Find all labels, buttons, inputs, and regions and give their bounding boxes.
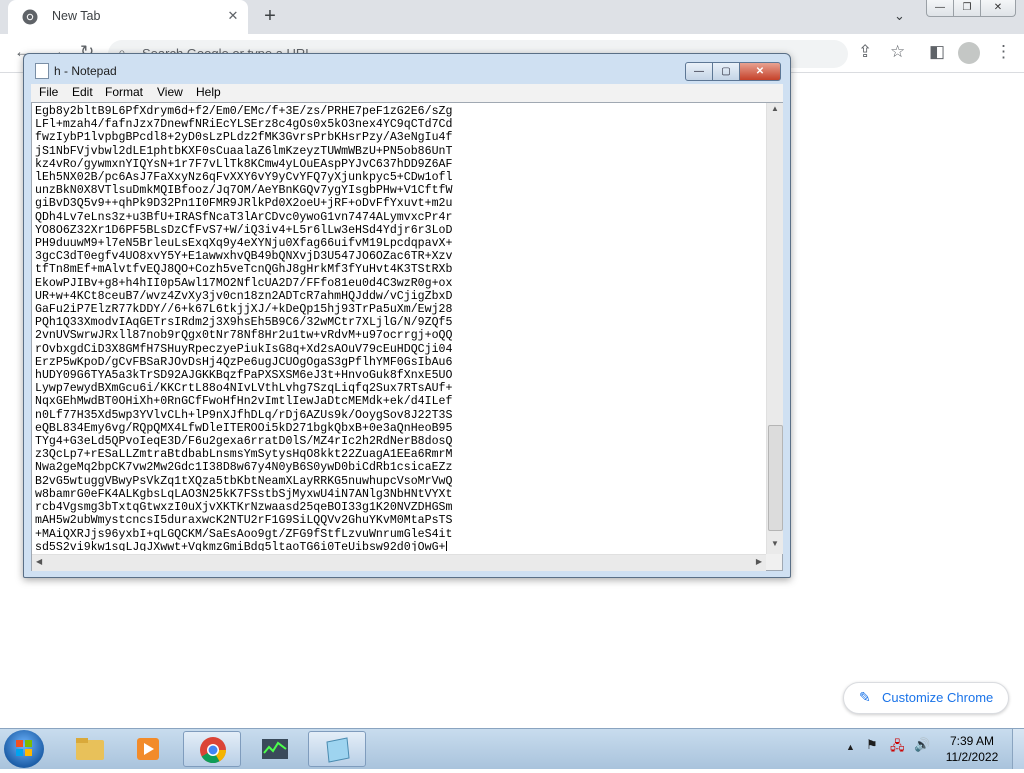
action-center-flag-icon[interactable]: ⚑ xyxy=(866,737,878,753)
media-player-icon xyxy=(137,738,159,760)
notepad-text-line: unzBkN0X8VTlsuDmkMQIBfooz/Jq7OM/AeYBnKGQ… xyxy=(35,184,453,198)
notepad-text-line: Nwa2geMq2bpCK7vw2Mw2Gdc1I38D8w67y4N0yB6S… xyxy=(35,461,453,475)
menu-view[interactable]: View xyxy=(157,85,183,99)
notepad-text-line: 3gcC3dT0egfv4UO8xvY5Y+E1awwxhvQB49bQNXvj… xyxy=(35,250,453,264)
network-icon[interactable]: 🖧 xyxy=(890,737,905,759)
taskbar-clock[interactable]: 7:39 AM 11/2/2022 xyxy=(934,733,1010,765)
notepad-text-line: tfTn8mEf+mAlvtfvEQJ8QO+Cozh5veTcnQGhJ8gH… xyxy=(35,263,453,277)
customize-chrome-label: Customize Chrome xyxy=(882,690,994,705)
notepad-text-line: eQBL834Emy6vg/RQpQMX4LfwDleITEROOi5kD271… xyxy=(35,421,453,435)
notepad-text-line: LFl+mzah4/fafnJzx7DnewfNRiEcYLSErz8c4gOs… xyxy=(35,118,453,132)
notepad-icon xyxy=(326,737,350,763)
clock-time: 7:39 AM xyxy=(949,734,995,748)
menu-format[interactable]: Format xyxy=(105,85,143,99)
notepad-maximize-button[interactable]: ▢ xyxy=(712,62,740,81)
notepad-title: h - Notepad xyxy=(54,64,117,78)
size-grip[interactable] xyxy=(766,554,782,570)
bookmark-star-icon[interactable]: ☆ xyxy=(890,42,905,62)
menu-help[interactable]: Help xyxy=(196,85,221,99)
chrome-tab-strip: New Tab ✕ + ⌄ — ❐ ✕ xyxy=(0,0,1024,34)
vertical-scroll-thumb[interactable] xyxy=(768,425,783,531)
windows-logo-icon xyxy=(16,740,32,756)
share-icon[interactable]: ⇪ xyxy=(858,42,872,62)
notepad-text-line: fwzIybP1lvpbgBPcdl8+2yD0sLzPLdz2fMK3Gvrs… xyxy=(35,131,453,145)
profile-avatar[interactable] xyxy=(958,42,980,64)
taskbar-explorer[interactable] xyxy=(60,731,118,767)
notepad-text-line: mAH5w2ubWmystcncsI5duraxwcK2NTU2rF1G9SiL… xyxy=(35,514,453,528)
folder-icon xyxy=(76,738,104,760)
notepad-text-line: rOvbxgdCiD3X8GMfH7SHuyRpeczyePiukIsG8q+X… xyxy=(35,342,453,356)
show-desktop-button[interactable] xyxy=(1012,729,1024,769)
notepad-text-line: TYg4+G3eLd5QPvoIeqE3D/F6u2gexa6rratD0lS/… xyxy=(35,435,453,449)
tab-search-chevron-icon[interactable]: ⌄ xyxy=(894,8,905,24)
tab-close-icon[interactable]: ✕ xyxy=(224,7,242,25)
notepad-text-line: EkowPJIBv+g8+h4hII0p5Awl17MO2NflcUA2D7/F… xyxy=(35,276,453,290)
notepad-text[interactable]: Egb8y2bltB9L6PfXdrym6d+f2/Em0/EMc/f+3E/z… xyxy=(35,105,765,551)
notepad-minimize-button[interactable]: — xyxy=(685,62,713,81)
notepad-text-line: hUDY09G6TYA5a3kTrSD92AJGKKBqzfPaPXSXSM6e… xyxy=(35,369,453,383)
notepad-text-line: B2vG5wtuggVBwyPsVkZq1tXQza5tbKbtNeamXLay… xyxy=(35,474,453,488)
notepad-window-controls: — ▢ ✕ xyxy=(685,62,781,81)
menu-edit[interactable]: Edit xyxy=(72,85,93,99)
notepad-text-line: Egb8y2bltB9L6PfXdrym6d+f2/Em0/EMc/f+3E/z… xyxy=(35,105,453,118)
menu-file[interactable]: File xyxy=(39,85,58,99)
taskbar: ▲ ⚑ 🖧 🔊 7:39 AM 11/2/2022 xyxy=(0,728,1024,769)
show-hidden-icons-icon[interactable]: ▲ xyxy=(846,742,855,752)
notepad-text-line: +MAiQXRJjs96yxbI+qLGQCKM/SaEsAoo9gt/ZFG9… xyxy=(35,527,453,541)
notepad-edit-area[interactable]: Egb8y2bltB9L6PfXdrym6d+f2/Em0/EMc/f+3E/z… xyxy=(31,102,783,571)
notepad-text-line: ErzP5wKpoD/gCvFBSaRJOvDsHj4QzPe6ugJCUOgO… xyxy=(35,355,453,369)
menu-kebab-icon[interactable]: ⋮ xyxy=(995,42,1012,62)
notepad-text-line: rcb4Vgsmg3bTxtqGtwxzI0uXjvXKTKrNzwaasd25… xyxy=(35,501,453,515)
notepad-app-icon xyxy=(35,63,49,79)
notepad-text-line: Lywp7ewydBXmGcu6i/KKCrtL88o4NIvLVthLvhg7… xyxy=(35,382,453,396)
notepad-text-line: jS1NbFVjvbwl2dLE1phtbKXF0sCuaalaZ6lmKzey… xyxy=(35,144,453,158)
notepad-text-line: YO8O6Z32Xr1D6PF5BLsDzCfFvS7+W/iQ3iv4+L5r… xyxy=(35,223,453,237)
volume-icon[interactable]: 🔊 xyxy=(914,737,930,753)
chrome-window-controls: — ❐ ✕ xyxy=(926,0,1016,18)
chrome-favicon-icon xyxy=(22,9,38,25)
taskbar-chrome[interactable] xyxy=(183,731,241,767)
notepad-text-line: NqxGEhMwdBT0OHiXh+0RnGCfFwoHfHn2vImtlIew… xyxy=(35,395,453,409)
notepad-menubar: File Edit Format View Help xyxy=(31,84,783,102)
notepad-text-line: n0Lf77H35Xd5wp3YVlvCLh+lP9nXJfhDLq/rDj6A… xyxy=(35,408,453,422)
taskbar-task-manager[interactable] xyxy=(246,731,304,767)
notepad-text-line: z3QcLp7+rESaLLZmtraBtdbabLnsmsYmSytysHqO… xyxy=(35,448,453,462)
scroll-down-arrow-icon[interactable]: ▼ xyxy=(767,539,783,553)
scroll-right-arrow-icon[interactable]: ▶ xyxy=(756,557,762,566)
notepad-text-line: UR+w+4KCt8ceuB7/wvz4ZvXy3jv0cn18zn2ADTcR… xyxy=(35,289,453,303)
chrome-close-button[interactable]: ✕ xyxy=(980,0,1016,17)
scroll-left-arrow-icon[interactable]: ◀ xyxy=(36,557,42,566)
side-panel-icon[interactable]: ◧ xyxy=(929,42,945,62)
tab-new-tab[interactable]: New Tab ✕ xyxy=(8,0,248,34)
new-tab-button[interactable]: + xyxy=(258,5,282,29)
taskbar-notepad[interactable] xyxy=(308,731,366,767)
task-manager-icon xyxy=(262,739,288,759)
notepad-text-line: sd5S2vi9kw1sqLJgJXwwt+VqkmzGmiBdg5ltaoTG… xyxy=(35,540,447,551)
customize-chrome-button[interactable]: ✎ Customize Chrome xyxy=(843,682,1009,714)
pencil-icon: ✎ xyxy=(859,689,871,705)
vertical-scrollbar[interactable]: ▲ ▼ xyxy=(766,103,783,554)
notepad-text-line: w8bamrG0eFK4ALKgbsLqLAO3N25kK7FSstbSjMyx… xyxy=(35,487,453,501)
notepad-text-line: kz4vRo/gywmxnYIQYsN+1r7F7vLlTk8KCmw4yLOu… xyxy=(35,157,453,171)
horizontal-scrollbar[interactable]: ◀ ▶ xyxy=(32,554,766,571)
notepad-text-line: lEh5NX02B/pc6AsJ7FaXxyNz6qFvXXY6vY9yCvYF… xyxy=(35,171,453,185)
notepad-text-line: PH9duuwM9+l7eN5BrleuLsExqXq9y4eXYNju0Xfa… xyxy=(35,237,453,251)
taskbar-media-player[interactable] xyxy=(120,731,178,767)
notepad-text-line: PQh1Q33XmodvIAqGETrsIRdm2j3X9hsEh5B9C6/3… xyxy=(35,316,453,330)
chrome-icon xyxy=(200,737,227,764)
text-caret xyxy=(445,540,447,551)
notepad-titlebar[interactable]: h - Notepad — ▢ ✕ xyxy=(24,54,790,84)
notepad-text-line: 2vnUVSwrwJRxll87nob9rQgx0tNr78Nf8Hr2u1tw… xyxy=(35,329,453,343)
clock-date: 11/2/2022 xyxy=(945,750,999,764)
notepad-close-button[interactable]: ✕ xyxy=(739,62,781,81)
chrome-restore-button[interactable]: ❐ xyxy=(953,0,981,17)
notepad-text-line: giBvD3Q5v9++qhPk9D32Pn1I0FMR9JRlkPd0X2oe… xyxy=(35,197,453,211)
notepad-window: h - Notepad — ▢ ✕ File Edit Format View … xyxy=(23,53,791,578)
notepad-text-line: QDh4Lv7eLns3z+u3BfU+IRASfNcaT3lArCDvc0yw… xyxy=(35,210,453,224)
notepad-text-line: GaFu2iP7ElzR77kDDY//6+k67L6tkjjXJ/+kDeQp… xyxy=(35,303,453,317)
start-button[interactable] xyxy=(4,730,44,768)
scroll-up-arrow-icon[interactable]: ▲ xyxy=(767,104,783,118)
chrome-minimize-button[interactable]: — xyxy=(926,0,954,17)
tab-title: New Tab xyxy=(52,9,101,23)
